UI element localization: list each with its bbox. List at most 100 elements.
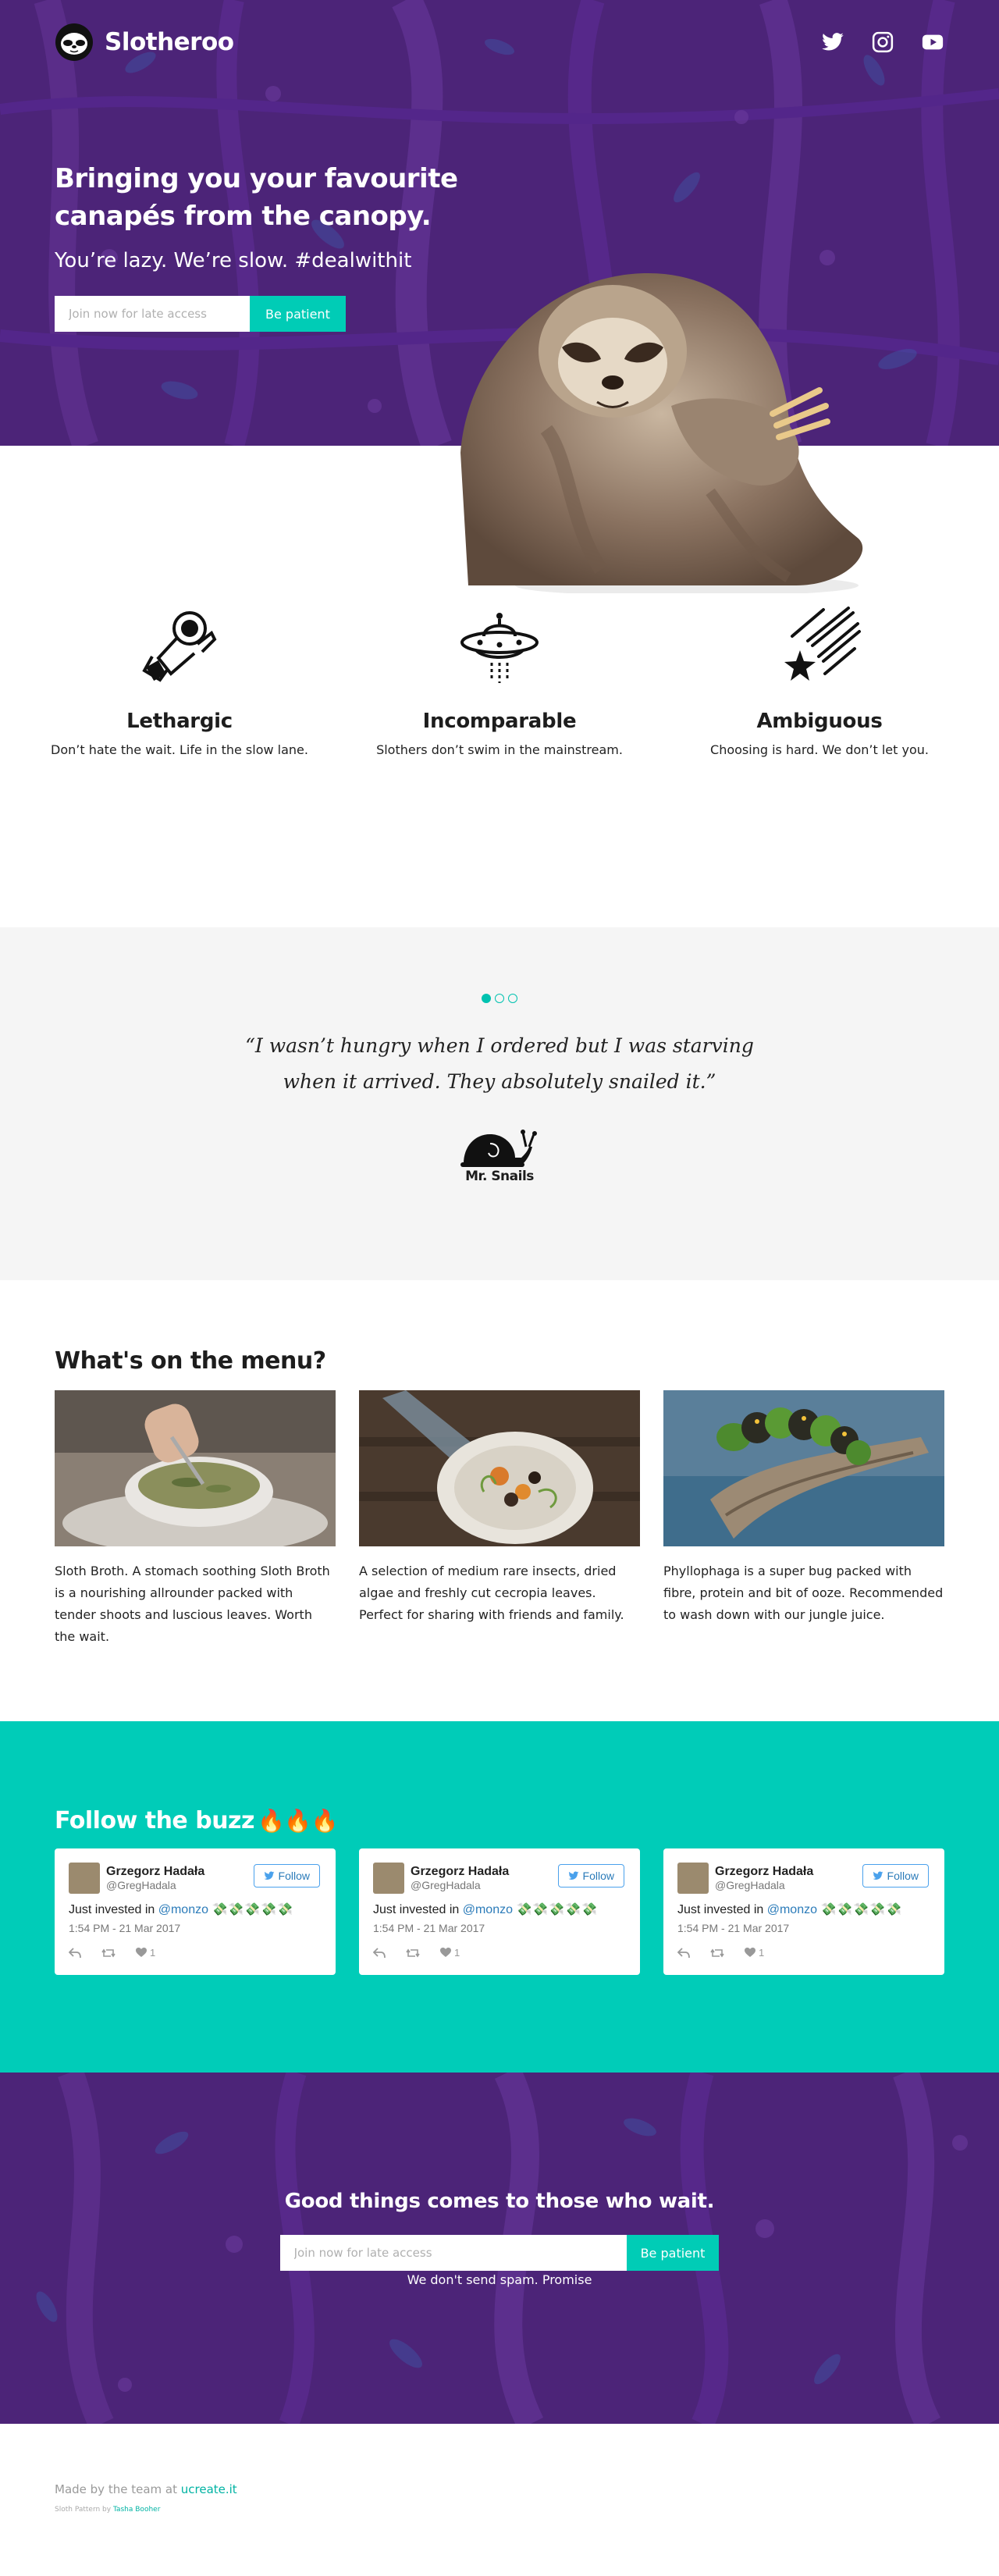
like-button[interactable]: 1 — [440, 1947, 460, 1959]
heart-icon — [745, 1948, 755, 1957]
tweet-text: Just invested in @monzo 💸💸💸💸💸 — [69, 1902, 322, 1917]
tweet-text-content: Just invested in — [69, 1903, 155, 1916]
tweet-list: Grzegorz Hadała @GregHadala Follow Just … — [55, 1848, 944, 1975]
fire-emoji: 🔥🔥🔥 — [257, 1808, 339, 1834]
like-button[interactable]: 1 — [136, 1947, 155, 1959]
follow-label: Follow — [278, 1870, 310, 1882]
like-count: 1 — [454, 1947, 460, 1959]
tweet-author-handle[interactable]: @GregHadala — [106, 1879, 204, 1891]
cta-section: Good things comes to those who wait. Be … — [0, 2073, 999, 2424]
tweet-author-name[interactable]: Grzegorz Hadała — [715, 1865, 813, 1879]
buzz-title: Follow the buzz 🔥🔥🔥 — [55, 1807, 944, 1834]
hero-copy: Bringing you your favourite canapés from… — [55, 160, 492, 332]
retweet-icon[interactable] — [710, 1948, 724, 1959]
instagram-icon[interactable] — [871, 30, 894, 54]
tweet-author-name[interactable]: Grzegorz Hadała — [106, 1865, 204, 1879]
sloth-logo-icon — [55, 23, 93, 61]
twitter-bird-icon — [872, 1871, 883, 1880]
tweet-author-name[interactable]: Grzegorz Hadała — [411, 1865, 509, 1879]
tweet-text: Just invested in @monzo 💸💸💸💸💸 — [677, 1902, 930, 1917]
feature-card: Ambiguous Choosing is hard. We don’t let… — [671, 602, 968, 927]
tweet-card: Grzegorz Hadała @GregHadala Follow Just … — [55, 1848, 336, 1975]
sloth-broth-photo — [55, 1390, 336, 1546]
testimonial-author: Mr. Snails — [465, 1169, 534, 1184]
testimonial-quote: “I wasn’t hungry when I ordered but I wa… — [245, 1034, 754, 1093]
reply-icon[interactable] — [69, 1947, 81, 1959]
footer-credit: Made by the team at ucreate.it — [55, 2482, 944, 2496]
snail-icon — [460, 1130, 537, 1167]
carousel-dots — [0, 994, 999, 1003]
tweet-author-handle[interactable]: @GregHadala — [715, 1879, 813, 1891]
tweet-mention[interactable]: @monzo — [158, 1903, 208, 1916]
testimonial-section: “I wasn’t hungry when I ordered but I wa… — [0, 927, 999, 1280]
cta-email-input[interactable] — [279, 2235, 627, 2271]
shooting-star-icon — [784, 607, 861, 681]
menu-item: Sloth Broth. A stomach soothing Sloth Br… — [55, 1390, 336, 1648]
carousel-dot[interactable] — [495, 994, 504, 1003]
menu-item-description: Phyllophaga is a super bug packed with f… — [663, 1564, 944, 1622]
feature-card: Lethargic Don’t hate the wait. Life in t… — [31, 602, 328, 927]
hero-title: Bringing you your favourite canapés from… — [55, 160, 492, 235]
avatar[interactable] — [677, 1863, 709, 1894]
avatar[interactable] — [69, 1863, 100, 1894]
cta-content: Good things comes to those who wait. Be … — [0, 2190, 999, 2287]
tweet-timestamp[interactable]: 1:54 PM - 21 Mar 2017 — [677, 1922, 930, 1934]
follow-label: Follow — [582, 1870, 614, 1882]
menu-grid: Sloth Broth. A stomach soothing Sloth Br… — [55, 1390, 944, 1648]
cta-submit-button[interactable]: Be patient — [626, 2235, 720, 2271]
youtube-icon[interactable] — [921, 30, 944, 54]
carousel-dot[interactable] — [508, 994, 517, 1003]
follow-button[interactable]: Follow — [862, 1864, 929, 1888]
like-button[interactable]: 1 — [745, 1947, 764, 1959]
retweet-icon[interactable] — [406, 1948, 420, 1959]
twitter-bird-icon — [567, 1871, 578, 1880]
heart-icon — [440, 1948, 451, 1957]
hero-title-line1: Bringing you your favourite — [55, 163, 458, 194]
pattern-author-link[interactable]: Tasha Booher — [113, 2506, 160, 2514]
feature-text: Don’t hate the wait. Life in the slow la… — [51, 742, 308, 757]
tweet-timestamp[interactable]: 1:54 PM - 21 Mar 2017 — [69, 1922, 322, 1934]
feature-text: Slothers don’t swim in the mainstream. — [376, 742, 623, 757]
caterpillar-photo — [663, 1390, 944, 1546]
hero-subtitle: You’re lazy. We’re slow. #dealwithit — [55, 249, 412, 272]
top-nav: Slotheroo — [55, 22, 944, 62]
like-count: 1 — [759, 1947, 765, 1959]
sloth-illustration — [460, 273, 863, 593]
menu-item-description: A selection of medium rare insects, drie… — [359, 1564, 624, 1622]
astronaut-icon — [142, 611, 217, 682]
cta-title: Good things comes to those who wait. — [284, 2190, 715, 2213]
brand[interactable]: Slotheroo — [55, 23, 234, 62]
heart-icon — [136, 1948, 147, 1957]
tweet-author-handle[interactable]: @GregHadala — [411, 1879, 509, 1891]
social-links — [821, 30, 944, 54]
avatar[interactable] — [373, 1863, 404, 1894]
tweet-text-content: Just invested in — [677, 1903, 764, 1916]
tweet-card: Grzegorz Hadała @GregHadala Follow Just … — [663, 1848, 944, 1975]
menu-item: A selection of medium rare insects, drie… — [359, 1390, 640, 1648]
menu-title: What's on the menu? — [55, 1347, 326, 1375]
like-count: 1 — [150, 1947, 156, 1959]
follow-button[interactable]: Follow — [557, 1864, 624, 1888]
tweet-timestamp[interactable]: 1:54 PM - 21 Mar 2017 — [373, 1922, 626, 1934]
follow-label: Follow — [887, 1870, 919, 1882]
reply-icon[interactable] — [373, 1947, 386, 1959]
tweet-mention[interactable]: @monzo — [463, 1903, 513, 1916]
cta-signup-form: Be patient — [0, 2235, 999, 2271]
carousel-dot[interactable] — [482, 994, 491, 1003]
reply-icon[interactable] — [677, 1947, 690, 1959]
retweet-icon[interactable] — [101, 1948, 116, 1959]
feature-title: Incomparable — [422, 710, 577, 733]
twitter-bird-icon — [263, 1871, 274, 1880]
menu-section: What's on the menu? Sloth Broth. A stoma… — [0, 1280, 999, 1721]
hero-email-input[interactable] — [55, 296, 250, 332]
twitter-icon[interactable] — [821, 30, 844, 54]
tweet-card: Grzegorz Hadała @GregHadala Follow Just … — [359, 1848, 640, 1975]
menu-item-description: Sloth Broth. A stomach soothing Sloth Br… — [55, 1564, 330, 1644]
hero-section: Slotheroo Bringing you your favourite ca… — [0, 0, 999, 593]
ufo-icon — [460, 613, 539, 683]
follow-button[interactable]: Follow — [253, 1864, 320, 1888]
ucreate-link[interactable]: ucreate.it — [181, 2482, 237, 2496]
insect-salad-photo — [359, 1390, 640, 1546]
tweet-mention[interactable]: @monzo — [767, 1903, 817, 1916]
hero-submit-button[interactable]: Be patient — [250, 296, 346, 332]
